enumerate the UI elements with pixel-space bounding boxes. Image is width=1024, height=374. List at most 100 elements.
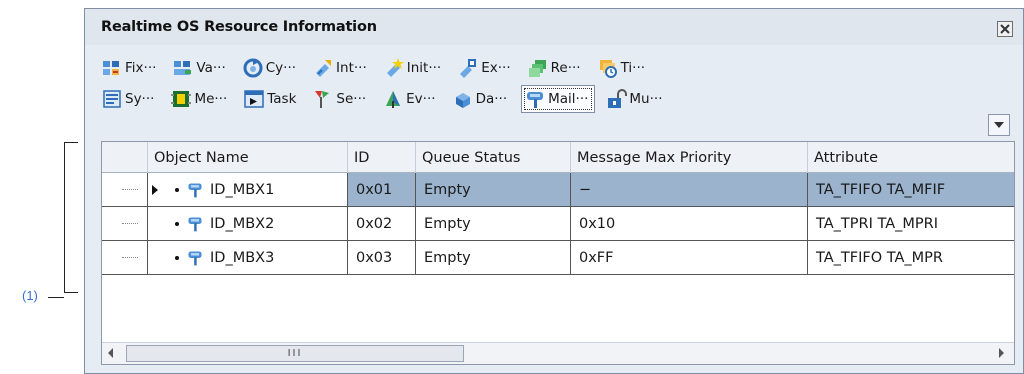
toolbar-label: Re··· [550, 60, 581, 76]
toolbar-dataqueue-button[interactable]: Da··· [450, 85, 514, 113]
row-gutter [102, 173, 148, 207]
toolbar-label: Mu··· [629, 91, 663, 107]
toolbar-mutex-button[interactable]: Mu··· [603, 85, 668, 113]
row-dot-icon [175, 188, 179, 192]
toolbar-memory-button[interactable]: Me··· [168, 85, 233, 113]
toolbar-cyclic-handler-button[interactable]: Cy··· [240, 54, 302, 82]
mailbox-icon [188, 217, 202, 232]
toolbar-interrupt-handler-button[interactable]: Int··· [310, 54, 373, 82]
cell-max-priority: − [571, 173, 808, 207]
toolbar-label: Ev··· [406, 91, 436, 107]
toolbar-label: Sy··· [125, 91, 155, 107]
cell-id: 0x01 [348, 173, 416, 207]
row-dot-icon [175, 256, 179, 260]
row-gutter [102, 207, 148, 241]
cell-queue-status: Empty [416, 207, 571, 241]
tree-connector-h [122, 223, 138, 224]
cell-object-name: ID_MBX2 [148, 207, 348, 241]
variable-memory-icon [174, 61, 192, 75]
fixed-memory-icon [103, 61, 119, 75]
cyclic-handler-icon [243, 58, 263, 78]
close-icon [1000, 24, 1010, 34]
toolbar-label: Ti··· [620, 60, 646, 76]
toolbar-label: Int··· [336, 60, 367, 76]
toolbar-label: Fix··· [125, 60, 157, 76]
cell-max-priority: 0xFF [571, 241, 808, 275]
toolbar-variable-memory-button[interactable]: Va··· [170, 54, 231, 82]
toolbar-eventflag-button[interactable]: Ev··· [380, 85, 441, 113]
extended-svc-icon [460, 59, 477, 78]
table-row[interactable]: ID_MBX2 0x02 Empty 0x10 TA_TPRI TA_MPRI [102, 207, 1014, 241]
scrollbar-thumb[interactable]: III [126, 345, 464, 362]
annotation-dash [48, 297, 64, 298]
toolbar-label: Init··· [406, 60, 442, 76]
memory-icon [171, 91, 192, 107]
toolbar-timer-queue-button[interactable]: Ti··· [595, 54, 651, 82]
object-name: ID_MBX1 [210, 181, 275, 198]
cell-object-name: ID_MBX1 [148, 173, 348, 207]
toolbar-row-1: Fix··· Va··· Cy··· Int··· Init··· Ex··· … [99, 53, 659, 83]
current-row-arrow-icon [152, 185, 158, 195]
cell-object-name: ID_MBX3 [148, 241, 348, 275]
table-row[interactable]: ID_MBX3 0x03 Empty 0xFF TA_TFIFO TA_MPR [102, 241, 1014, 275]
toolbar-ready-queue-button[interactable]: Re··· [525, 54, 587, 82]
close-button[interactable] [997, 21, 1013, 37]
interrupt-handler-icon [316, 60, 332, 77]
toolbar-overflow-button[interactable] [988, 114, 1010, 136]
task-icon [244, 90, 265, 108]
object-name: ID_MBX3 [210, 249, 275, 266]
tree-connector-h [122, 189, 138, 190]
system-icon [103, 90, 121, 108]
panel-title: Realtime OS Resource Information [101, 19, 377, 35]
annotation-bracket [64, 142, 78, 293]
table-header: Object Name ID Queue Status Message Max … [102, 142, 1014, 173]
cell-max-priority: 0x10 [571, 207, 808, 241]
cell-id: 0x03 [348, 241, 416, 275]
scroll-right-arrow-icon[interactable] [999, 348, 1004, 358]
toolbar-label: Me··· [194, 91, 228, 107]
toolbar-label: Mail··· [548, 91, 589, 107]
panel-titlebar: Realtime OS Resource Information [85, 9, 1023, 45]
horizontal-scrollbar[interactable]: III [102, 342, 1014, 364]
dataqueue-icon [455, 93, 470, 108]
toolbar-fixed-memory-button[interactable]: Fix··· [99, 54, 162, 82]
cell-id: 0x02 [348, 207, 416, 241]
row-dot-icon [175, 222, 179, 226]
mailbox-icon [527, 92, 544, 108]
column-header-max-priority[interactable]: Message Max Priority [571, 142, 808, 173]
toolbar-label: Task [267, 91, 297, 107]
toolbar-initialize-routine-button[interactable]: Init··· [381, 54, 447, 82]
toolbar-semaphore-button[interactable]: Se··· [310, 85, 372, 113]
mutex-icon [608, 89, 628, 108]
semaphore-icon [315, 91, 330, 108]
cell-queue-status: Empty [416, 173, 571, 207]
toolbar-extended-svc-button[interactable]: Ex··· [455, 54, 516, 82]
table-row[interactable]: ID_MBX1 0x01 Empty − TA_TFIFO TA_MFIF [102, 173, 1014, 207]
initialize-routine-icon [386, 58, 404, 77]
toolbar-label: Da··· [475, 91, 508, 107]
cell-attribute: TA_TFIFO TA_MPR [808, 241, 1014, 275]
tree-connector-h [122, 257, 138, 258]
annotation-label: (1) [22, 288, 38, 303]
cell-queue-status: Empty [416, 241, 571, 275]
resource-info-panel: Realtime OS Resource Information Fix··· … [84, 8, 1024, 374]
timer-queue-icon [599, 60, 617, 78]
toolbar-label: Ex··· [481, 60, 511, 76]
header-gutter [102, 142, 148, 173]
column-header-queue-status[interactable]: Queue Status [416, 142, 571, 173]
eventflag-icon [386, 91, 401, 108]
toolbar-task-button[interactable]: Task [241, 85, 302, 113]
mailbox-icon [188, 251, 202, 266]
toolbar-system-button[interactable]: Sy··· [99, 85, 160, 113]
ready-queue-icon [528, 60, 546, 77]
column-header-id[interactable]: ID [348, 142, 416, 173]
toolbar-mailbox-button[interactable]: Mail··· [521, 85, 596, 113]
column-header-object-name[interactable]: Object Name [148, 142, 348, 173]
row-gutter [102, 241, 148, 275]
mailbox-icon [188, 183, 202, 198]
toolbar-row-2: Sy··· Me··· Task Se··· Ev··· Da··· Mail·… [99, 84, 676, 114]
column-header-attribute[interactable]: Attribute [808, 142, 1014, 173]
scroll-left-arrow-icon[interactable] [108, 348, 113, 358]
cell-attribute: TA_TPRI TA_MPRI [808, 207, 1014, 241]
toolbar-label: Cy··· [265, 60, 297, 76]
